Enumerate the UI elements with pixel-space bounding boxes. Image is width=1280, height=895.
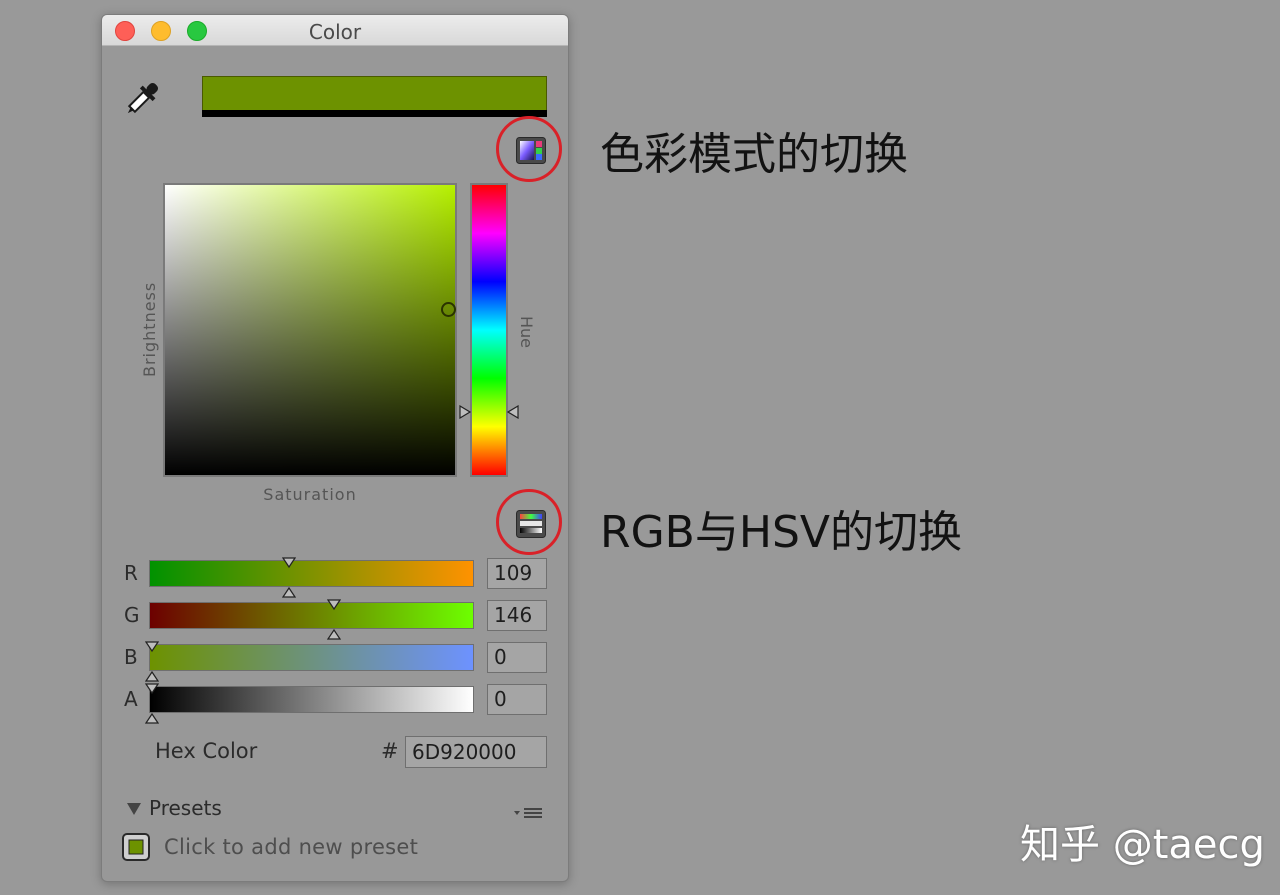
presets-foldout-arrow-icon[interactable] [126,801,142,815]
channel-r-value[interactable]: 109 [487,558,547,589]
add-preset-swatch-icon[interactable] [122,833,150,861]
rgb-hsv-highlight-circle [496,489,562,555]
hue-handle-left-icon[interactable] [459,404,472,420]
channel-a-label: A [124,687,138,711]
channel-a-slider[interactable] [149,686,474,713]
hex-color-label: Hex Color [155,739,258,763]
brightness-label: Brightness [140,281,159,377]
channel-g-handle-bottom-icon[interactable] [326,625,341,640]
channel-b-value[interactable]: 0 [487,642,547,673]
channel-r-handle-bottom-icon[interactable] [282,583,297,598]
eyedropper-icon[interactable] [120,77,164,121]
watermark: 知乎 @taecg [1020,822,1265,868]
channel-r-slider[interactable] [149,560,474,587]
title-bar: Color [102,15,568,46]
channel-g-label: G [124,603,140,627]
hue-label: Hue [517,315,536,348]
channel-b-slider[interactable] [149,644,474,671]
channel-g-handle-top-icon[interactable] [326,596,341,611]
presets-label[interactable]: Presets [149,796,222,820]
sv-cursor[interactable] [440,302,456,318]
dropdown-menu-icon[interactable] [512,805,544,821]
annotation-rgb-hsv-switch: RGB与HSV的切换 [600,507,962,558]
annotation-mode-switch: 色彩模式的切换 [600,129,908,180]
channel-b-label: B [124,645,138,669]
hue-handle-right-icon[interactable] [506,404,519,420]
saturation-brightness-area[interactable] [163,183,457,477]
channel-a-value[interactable]: 0 [487,684,547,715]
channel-r-handle-top-icon[interactable] [282,554,297,569]
channel-g-slider[interactable] [149,602,474,629]
hue-slider[interactable] [470,183,508,477]
window-title: Color [308,20,362,44]
saturation-label: Saturation [263,485,357,504]
hex-color-field[interactable]: 6D920000 [405,736,547,768]
alpha-preview-bar [202,110,547,117]
channel-r-label: R [124,561,138,585]
mode-switch-highlight-circle [496,116,562,182]
hex-prefix: # [381,739,399,763]
channel-a-handle-top-icon[interactable] [144,680,160,695]
channel-b-handle-bottom-icon[interactable] [144,667,160,682]
channel-g-value[interactable]: 146 [487,600,547,631]
channel-b-handle-top-icon[interactable] [144,638,160,653]
channel-a-handle-bottom-icon[interactable] [144,709,160,724]
add-preset-text[interactable]: Click to add new preset [164,835,418,859]
